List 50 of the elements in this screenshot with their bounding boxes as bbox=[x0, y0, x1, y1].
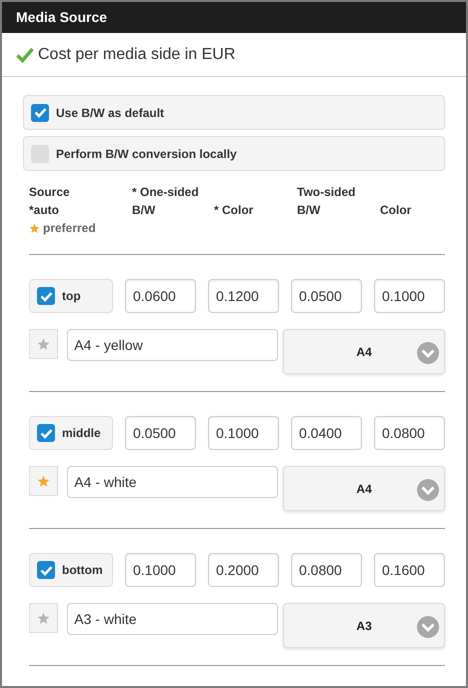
section-title: Cost per media side in EUR bbox=[38, 44, 236, 64]
description-field[interactable]: A4 - white bbox=[67, 466, 278, 498]
column-header: Source bbox=[29, 184, 71, 201]
checkbox[interactable] bbox=[37, 424, 55, 442]
chevron-down-icon bbox=[416, 615, 440, 639]
size-select[interactable]: A4 bbox=[283, 466, 446, 511]
price-field[interactable]: 0.2000 bbox=[208, 553, 279, 587]
star-icon bbox=[37, 338, 50, 350]
price-field[interactable]: 0.0500 bbox=[291, 279, 362, 313]
star-button[interactable] bbox=[29, 329, 58, 359]
star-button[interactable] bbox=[29, 603, 58, 633]
column-header: Color bbox=[380, 202, 412, 219]
price-field[interactable]: 0.1200 bbox=[208, 279, 279, 313]
column-header: * One-sided bbox=[132, 184, 200, 201]
option-label: Perform B/W conversion locally bbox=[56, 146, 237, 162]
price-field[interactable]: 0.1000 bbox=[374, 279, 445, 313]
price-field[interactable]: 0.1000 bbox=[208, 416, 279, 450]
price-field[interactable]: 0.0600 bbox=[125, 279, 196, 313]
star-button[interactable] bbox=[29, 466, 58, 496]
column-header: B/W bbox=[132, 202, 156, 219]
star-icon bbox=[29, 222, 40, 234]
panel-header: Media Source bbox=[2, 0, 466, 33]
source-toggle[interactable]: middle bbox=[29, 416, 113, 450]
column-header: Two-sided bbox=[297, 184, 356, 201]
column-header: * Color bbox=[214, 202, 254, 219]
column-header: B/W bbox=[297, 202, 322, 219]
option-row[interactable]: Use B/W as default bbox=[23, 95, 445, 130]
price-field[interactable]: 0.0500 bbox=[125, 416, 196, 450]
option-label: Use B/W as default bbox=[56, 104, 164, 122]
size-select[interactable]: A4 bbox=[283, 329, 446, 374]
checkbox[interactable] bbox=[37, 287, 55, 305]
checkbox[interactable] bbox=[31, 104, 49, 122]
option-row[interactable]: Perform B/W conversion locally bbox=[23, 136, 445, 171]
column-header: *auto bbox=[29, 202, 60, 219]
size-select[interactable]: A3 bbox=[283, 603, 446, 648]
preferred-legend: preferred bbox=[29, 219, 132, 237]
checkbox[interactable] bbox=[37, 561, 55, 579]
source-toggle[interactable]: bottom bbox=[29, 553, 113, 587]
price-field[interactable]: 0.0400 bbox=[291, 416, 362, 450]
price-field[interactable]: 0.0800 bbox=[291, 553, 362, 587]
star-icon bbox=[37, 612, 50, 624]
price-field[interactable]: 0.0800 bbox=[374, 416, 445, 450]
chevron-down-icon bbox=[416, 478, 440, 502]
price-field[interactable]: 0.1000 bbox=[125, 553, 196, 587]
star-icon bbox=[37, 474, 50, 488]
description-field[interactable]: A3 - white bbox=[67, 603, 278, 635]
description-field[interactable]: A4 - yellow bbox=[67, 329, 278, 361]
price-field[interactable]: 0.1600 bbox=[374, 553, 445, 587]
chevron-down-icon bbox=[416, 341, 440, 365]
source-toggle[interactable]: top bbox=[29, 279, 113, 313]
